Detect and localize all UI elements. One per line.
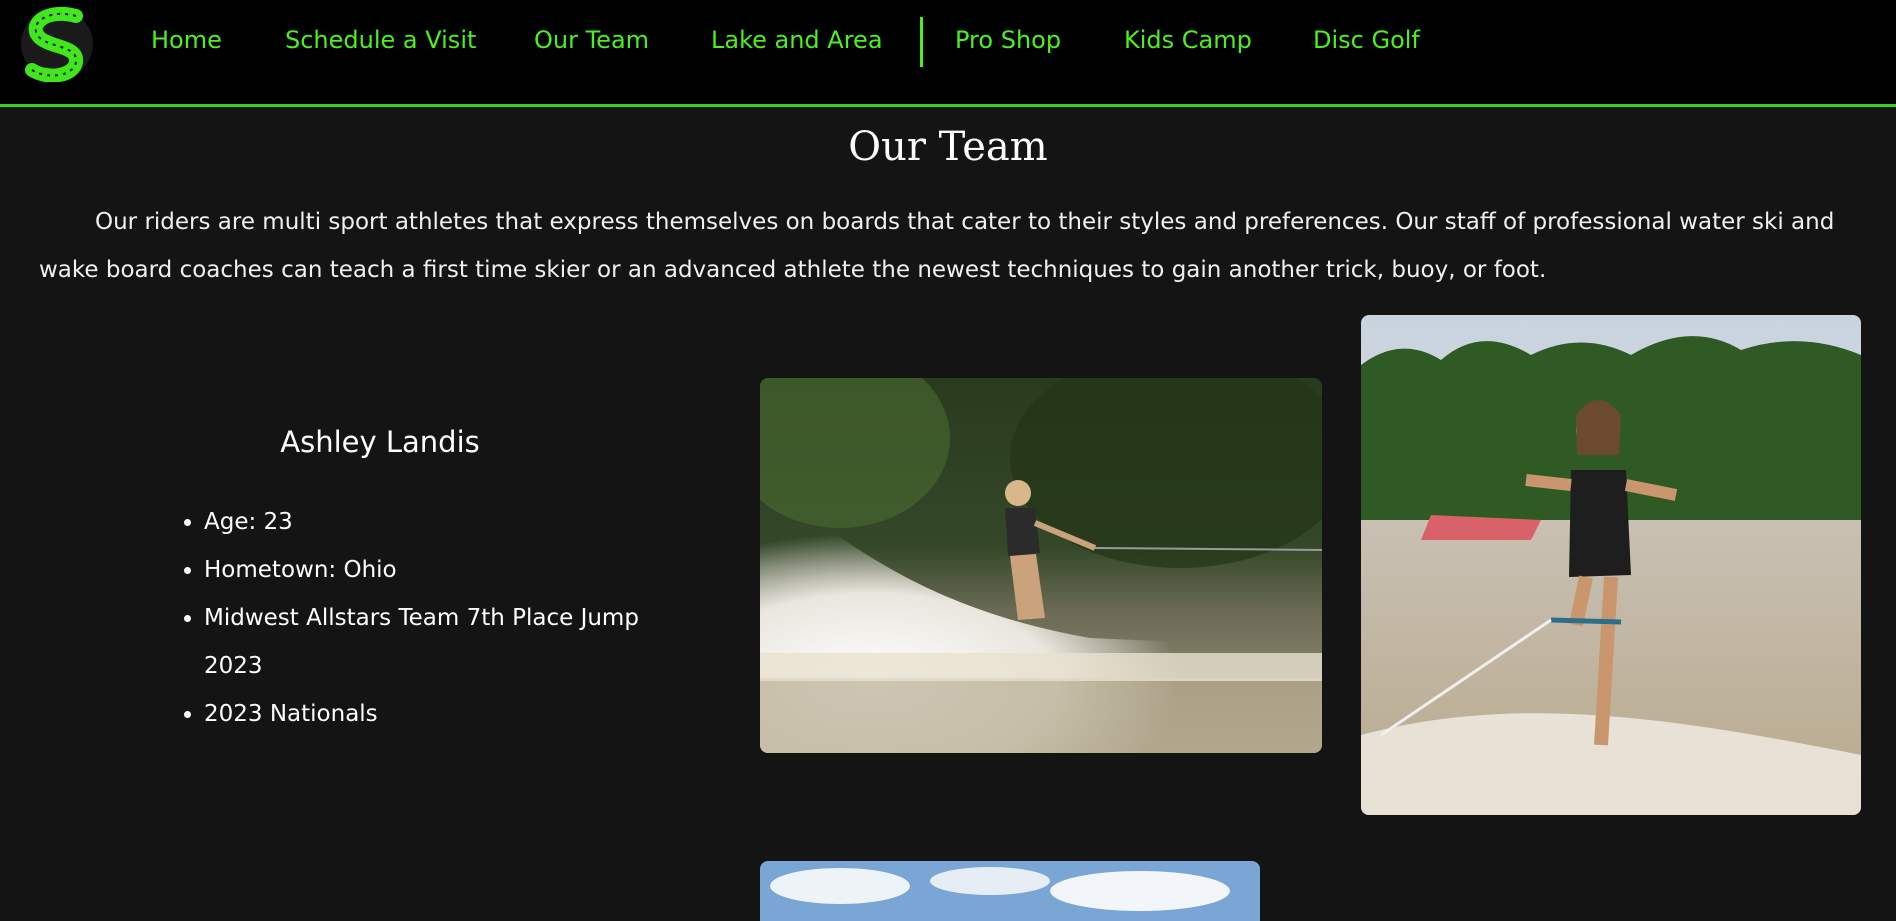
nav-lake-and-area[interactable]: Lake and Area	[711, 26, 883, 54]
list-item: Hometown: Ohio	[204, 546, 674, 594]
list-item: Age: 23	[204, 498, 674, 546]
list-item: Midwest Allstars Team 7th Place Jump 202…	[204, 594, 674, 690]
team-member-facts: Age: 23 Hometown: Ohio Midwest Allstars …	[162, 498, 674, 738]
team-member-photo-slalom	[760, 378, 1322, 753]
nav-divider	[920, 17, 923, 67]
team-member-photo-thumbs-up	[1361, 315, 1861, 815]
nav-schedule-a-visit[interactable]: Schedule a Visit	[285, 26, 476, 54]
skier-action-photo	[760, 378, 1322, 753]
nav-disc-golf[interactable]: Disc Golf	[1313, 26, 1420, 54]
page-title: Our Team	[848, 124, 1048, 170]
team-member-name: Ashley Landis	[280, 425, 480, 459]
nav-kids-camp[interactable]: Kids Camp	[1124, 26, 1252, 54]
nav-our-team[interactable]: Our Team	[534, 26, 649, 54]
site-header: Home Schedule a Visit Our Team Lake and …	[0, 0, 1896, 107]
skier-portrait-photo	[1361, 315, 1861, 815]
team-intro-text: Our riders are multi sport athletes that…	[39, 209, 1835, 283]
next-team-member-photo	[760, 861, 1260, 921]
nav-pro-shop[interactable]: Pro Shop	[955, 26, 1061, 54]
list-item: 2023 Nationals	[204, 690, 674, 738]
nav-home[interactable]: Home	[151, 26, 222, 54]
sky-photo	[760, 861, 1260, 921]
main-nav: Home Schedule a Visit Our Team Lake and …	[0, 0, 1896, 84]
